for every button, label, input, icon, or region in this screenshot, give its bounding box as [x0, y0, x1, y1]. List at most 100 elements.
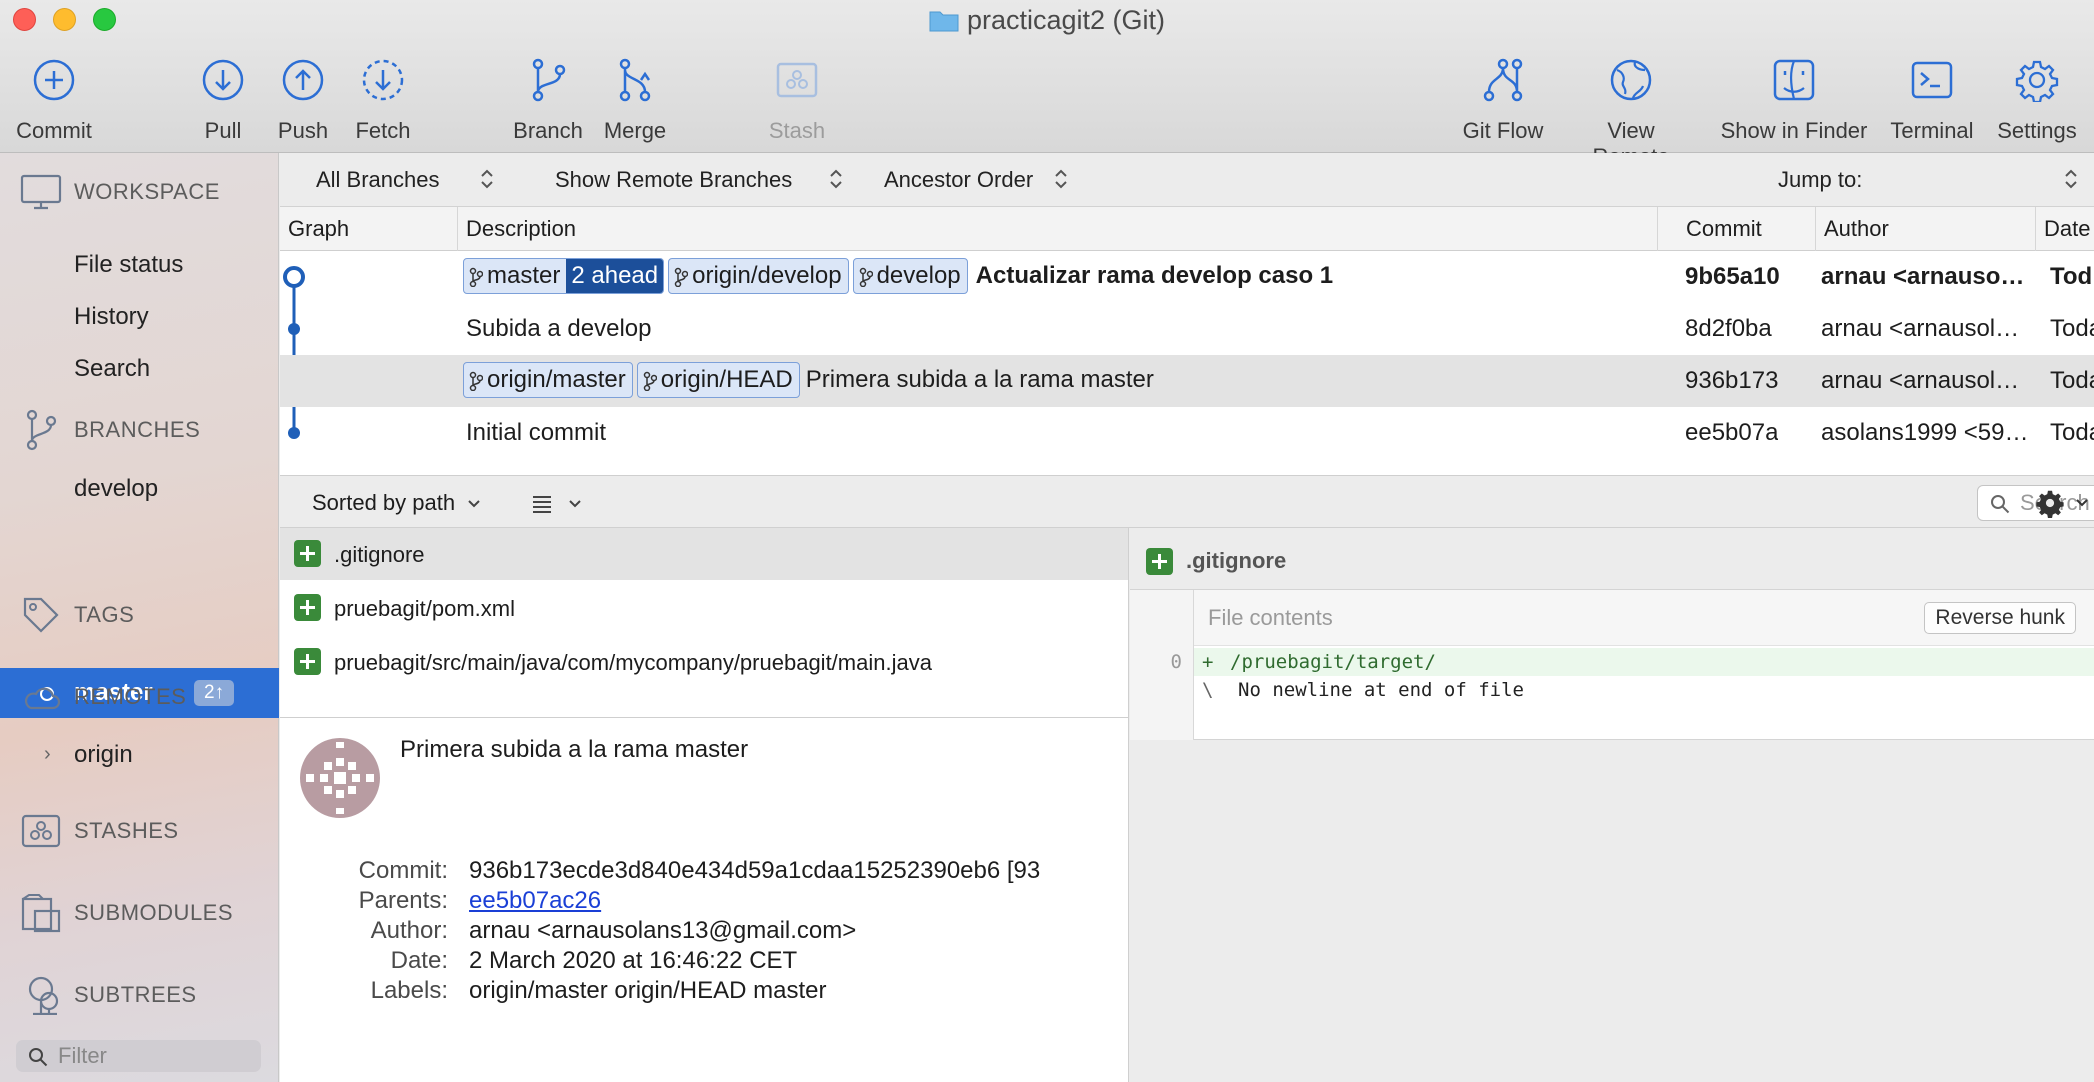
column-header-commit[interactable]: Commit	[1678, 207, 1816, 251]
tree-icon	[20, 975, 62, 1015]
sidebar-section-submodules[interactable]: SUBMODULES	[0, 893, 279, 933]
sidebar-section-subtrees[interactable]: SUBTREES	[0, 975, 279, 1015]
commit-date: Toda	[2050, 419, 2094, 446]
commit-row[interactable]: Initial commit ee5b07a asolans1999 <59… …	[280, 407, 2094, 459]
git-flow-button[interactable]: Git Flow	[1438, 56, 1568, 144]
folder-icon	[929, 8, 959, 32]
workspace-heading: WORKSPACE	[74, 179, 220, 204]
gear-icon	[2036, 490, 2064, 518]
chevron-down-icon	[468, 500, 480, 508]
sidebar-section-branches[interactable]: BRANCHES	[0, 409, 279, 451]
branch-label-master[interactable]: master 2 ahead	[463, 258, 665, 294]
merge-icon	[570, 56, 700, 104]
sidebar-item-origin[interactable]: origin	[74, 741, 133, 769]
parent-link[interactable]: ee5b07ac26	[469, 887, 601, 915]
reverse-hunk-button[interactable]: Reverse hunk	[1924, 602, 2076, 634]
tag-text: master	[487, 262, 561, 289]
commit-message: Primera subida a la rama master	[805, 366, 1154, 393]
tag-text: origin/HEAD	[660, 366, 793, 393]
commit-message: Subida a develop	[466, 315, 652, 342]
sidebar-section-remotes[interactable]: REMOTES	[0, 677, 279, 717]
line-text: No newline at end of file	[1238, 679, 1524, 701]
added-file-icon	[294, 540, 321, 567]
sidebar-item-history[interactable]: History	[74, 303, 149, 331]
commit-date: Toda	[2050, 315, 2094, 342]
chevron-updown-icon	[2065, 169, 2077, 189]
commit-row-selected[interactable]: origin/master origin/HEAD Primera subida a…	[280, 355, 2094, 407]
branch-label-origin-master[interactable]: origin/master	[463, 362, 633, 398]
commit-description: master 2 ahead origin/develop develop Actual…	[463, 258, 1673, 294]
show-in-finder-button[interactable]: Show in Finder	[1709, 56, 1879, 144]
toolbar: practicagit2 (Git) Commit Pull Push Fetc…	[0, 0, 2094, 169]
diff-file-header: .gitignore	[1130, 528, 2094, 590]
options-menu-button[interactable]	[2035, 488, 2089, 518]
commit-hash: ee5b07a	[1685, 419, 1779, 446]
sort-dropdown[interactable]: Sorted by path	[312, 490, 481, 516]
tag-text: origin/develop	[692, 262, 842, 289]
order-dropdown[interactable]: Ancestor Order	[884, 167, 1067, 193]
sidebar-item-search[interactable]: Search	[74, 355, 150, 383]
column-header-graph[interactable]: Graph	[280, 207, 458, 251]
branch-icon	[859, 267, 873, 287]
fetch-label: Fetch	[355, 118, 411, 143]
branch-label-origin-develop[interactable]: origin/develop	[668, 258, 849, 294]
filter-placeholder: Filter	[58, 1043, 107, 1068]
sidebar-section-stashes[interactable]: STASHES	[0, 811, 279, 851]
diff-view: .gitignore File contents Reverse hunk 0 …	[1130, 528, 2094, 1082]
commit-message: Initial commit	[466, 419, 607, 446]
stash-button[interactable]: Stash	[732, 56, 862, 144]
sidebar-filter-input[interactable]: Filter	[16, 1040, 261, 1072]
ahead-count: 2 ahead	[566, 259, 664, 293]
settings-button[interactable]: Settings	[1972, 56, 2094, 144]
commit-list: master 2 ahead origin/develop develop Actual…	[280, 251, 2094, 476]
commit-button[interactable]: Commit	[0, 56, 119, 144]
commit-value[interactable]: 936b173ecde3d840e434d59a1cdaa15252390eb6…	[469, 857, 1040, 885]
file-row-selected[interactable]: .gitignore	[280, 528, 1128, 580]
commit-hash: 9b65a10	[1685, 263, 1780, 290]
sidebar-section-tags[interactable]: TAGS	[0, 595, 279, 635]
remote-branches-dropdown[interactable]: Show Remote Branches	[555, 167, 842, 193]
tag-text: develop	[876, 262, 961, 289]
chevron-down-icon	[2076, 499, 2088, 507]
commit-row[interactable]: Subida a develop 8d2f0ba arnau <arnausol…	[280, 303, 2094, 355]
commit-icon	[0, 56, 119, 104]
diff-hunk: File contents Reverse hunk 0 + /pruebagi…	[1130, 590, 2094, 740]
subtrees-heading: SUBTREES	[74, 982, 197, 1007]
branch-label-origin-head[interactable]: origin/HEAD	[636, 362, 800, 398]
chevron-right-icon[interactable]: ›	[44, 743, 51, 766]
file-path: pruebagit/src/main/java/com/mycompany/pr…	[334, 650, 932, 675]
parents-key: Parents:	[358, 887, 448, 914]
git-flow-icon	[1438, 56, 1568, 104]
fetch-button[interactable]: Fetch	[318, 56, 448, 144]
line-number: 0	[1170, 651, 1182, 673]
merge-button[interactable]: Merge	[570, 56, 700, 144]
sidebar-section-workspace[interactable]: WORKSPACE	[0, 172, 279, 212]
chevron-updown-icon	[481, 169, 493, 189]
merge-label: Merge	[603, 118, 667, 143]
monitor-icon	[20, 172, 62, 212]
file-row[interactable]: pruebagit/src/main/java/com/mycompany/pr…	[280, 636, 1128, 688]
commit-row[interactable]: master 2 ahead origin/develop develop Actual…	[280, 251, 2094, 303]
commit-detail-message: Primera subida a la rama master	[400, 736, 749, 763]
order-dropdown-label: Ancestor Order	[884, 167, 1034, 192]
column-header-description[interactable]: Description	[458, 207, 1658, 251]
search-icon	[1991, 495, 2010, 514]
commit-hash: 8d2f0ba	[1685, 315, 1772, 342]
column-header-date[interactable]: Date	[2036, 207, 2094, 251]
branches-dropdown[interactable]: All Branches	[316, 167, 493, 193]
commit-description: origin/master origin/HEAD Primera subida a…	[463, 362, 1673, 398]
file-row[interactable]: pruebagit/pom.xml	[280, 582, 1128, 634]
sidebar-item-file-status[interactable]: File status	[74, 251, 183, 279]
sidebar-item-develop[interactable]: develop	[74, 475, 158, 503]
line-text: /pruebagit/target/	[1230, 651, 1436, 673]
column-header-author[interactable]: Author	[1816, 207, 2036, 251]
history-filter-bar: All Branches Show Remote Branches Ancest…	[280, 153, 2094, 207]
gear-icon	[1972, 56, 2094, 104]
jump-to-label: Jump to:	[1778, 167, 1863, 192]
tags-heading: TAGS	[74, 602, 135, 627]
view-mode-dropdown[interactable]	[532, 490, 582, 516]
tag-icon	[20, 595, 62, 635]
jump-to-dropdown[interactable]: Jump to:	[1778, 167, 2078, 193]
date-key: Date:	[390, 947, 448, 974]
branch-label-develop[interactable]: develop	[852, 258, 968, 294]
